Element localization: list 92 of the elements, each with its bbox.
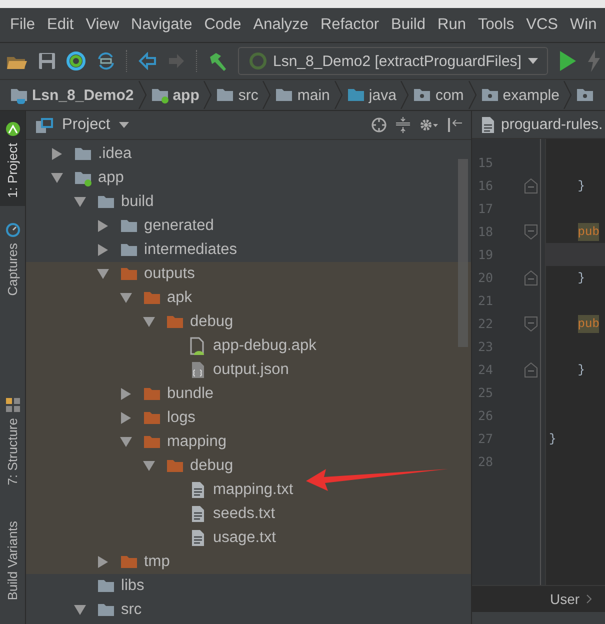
menu-item[interactable]: Build [385, 16, 432, 34]
collapsed-arrow-icon[interactable] [120, 388, 132, 400]
caret-icon [527, 57, 540, 65]
tree-item[interactable]: output.json [26, 358, 471, 382]
hide-panel-icon[interactable] [447, 117, 463, 133]
expanded-arrow-icon[interactable] [51, 172, 63, 184]
code-text: } [576, 178, 586, 192]
side-tool-tab[interactable]: 1: Project [0, 111, 25, 206]
tree-item[interactable]: mapping [26, 430, 471, 454]
collapsed-arrow-icon[interactable] [97, 244, 109, 256]
run-icon[interactable] [558, 50, 576, 72]
panel-title: Project [62, 116, 110, 134]
tree-item[interactable]: src [26, 598, 471, 622]
crosshair-icon[interactable] [371, 117, 387, 133]
structure-icon [6, 398, 20, 412]
tree-item[interactable]: intermediates [26, 238, 471, 262]
collapsed-arrow-icon[interactable] [120, 412, 132, 424]
expanded-arrow-icon[interactable] [97, 268, 109, 280]
code-text: } [576, 362, 586, 376]
folder-icon [346, 86, 365, 104]
expanded-arrow-icon[interactable] [120, 436, 132, 448]
tree-item[interactable]: mapping.txt [26, 478, 471, 502]
text-file-icon [189, 529, 207, 547]
package-icon [576, 86, 594, 104]
stopwatch-icon [6, 222, 20, 237]
code-text: } [549, 432, 556, 446]
menu-item[interactable]: Navigate [125, 16, 198, 34]
fold-marker-icon[interactable] [524, 316, 538, 332]
android-icon [4, 121, 20, 137]
menu-item[interactable]: Code [198, 16, 248, 34]
tree-item[interactable]: app-debug.apk [26, 334, 471, 358]
side-tool-tab[interactable]: Build Variants [0, 510, 25, 608]
fold-marker-icon[interactable] [524, 224, 538, 240]
save-icon[interactable] [38, 52, 56, 70]
expanded-arrow-icon[interactable] [120, 292, 132, 304]
text-file-icon [189, 505, 207, 523]
sync-icon[interactable] [96, 51, 116, 71]
menu-item[interactable]: VCS [520, 16, 564, 34]
tree-item[interactable]: bundle [26, 382, 471, 406]
tree-item[interactable]: seeds.txt [26, 502, 471, 526]
tree-item[interactable]: build [26, 190, 471, 214]
config-icon [249, 52, 267, 70]
menu-item[interactable]: Edit [40, 16, 80, 34]
text-file-icon [189, 481, 207, 499]
collapsed-arrow-icon[interactable] [51, 148, 63, 160]
hammer-icon[interactable] [208, 51, 228, 71]
package-icon [413, 86, 432, 104]
chevron-icon [586, 594, 593, 604]
text-file-icon [480, 116, 496, 134]
collapse-all-icon[interactable] [395, 117, 411, 133]
menu-item[interactable]: File [4, 16, 41, 34]
editor-breadcrumb[interactable]: User [550, 591, 580, 607]
side-tool-tab[interactable]: Captures [0, 212, 25, 304]
menu-item[interactable]: Run [432, 16, 472, 34]
tree-item[interactable]: logs [26, 406, 471, 430]
menu-item[interactable]: View [80, 16, 126, 34]
tree-item[interactable]: app [26, 166, 471, 190]
tree-item[interactable]: libs [26, 574, 471, 598]
menu-item[interactable]: Analyze [247, 16, 314, 34]
tree-item[interactable]: usage.txt [26, 526, 471, 550]
tree-item[interactable]: .idea [26, 142, 471, 166]
back-arrow-icon[interactable] [138, 52, 157, 70]
settings-icon[interactable] [419, 117, 439, 133]
tree-item[interactable]: debug [26, 454, 471, 478]
package-icon [480, 86, 499, 104]
tree-item[interactable]: apk [26, 286, 471, 310]
folder-icon [275, 86, 294, 104]
tree-item[interactable]: tmp [26, 550, 471, 574]
menu-item[interactable]: Win [564, 16, 603, 34]
module-folder-icon [150, 86, 169, 104]
expanded-arrow-icon[interactable] [143, 316, 155, 328]
code-text: } [576, 270, 586, 284]
collapsed-arrow-icon[interactable] [97, 220, 109, 232]
side-tool-tab[interactable]: 7: Structure [0, 388, 25, 493]
folder-icon [10, 86, 28, 104]
tree-item[interactable]: debug [26, 310, 471, 334]
run-configuration-dropdown[interactable]: Lsn_8_Demo2 [extractProguardFiles] [238, 47, 548, 75]
caret-icon[interactable] [118, 121, 130, 129]
scrollbar-thumb[interactable] [458, 159, 468, 347]
json-file-icon [189, 361, 207, 379]
expanded-arrow-icon[interactable] [143, 460, 155, 472]
gradle-sync-icon[interactable] [66, 51, 86, 71]
folder-icon [216, 86, 234, 104]
android-file-icon [189, 336, 207, 356]
menu-item[interactable]: Tools [472, 16, 520, 34]
collapsed-arrow-icon[interactable] [97, 556, 109, 568]
expanded-arrow-icon[interactable] [74, 604, 86, 616]
expanded-arrow-icon[interactable] [74, 196, 86, 208]
tree-item[interactable]: outputs [26, 262, 471, 286]
menu-item[interactable]: Refactor [314, 16, 386, 34]
tree-item[interactable]: generated [26, 214, 471, 238]
project-view-icon [36, 116, 54, 134]
